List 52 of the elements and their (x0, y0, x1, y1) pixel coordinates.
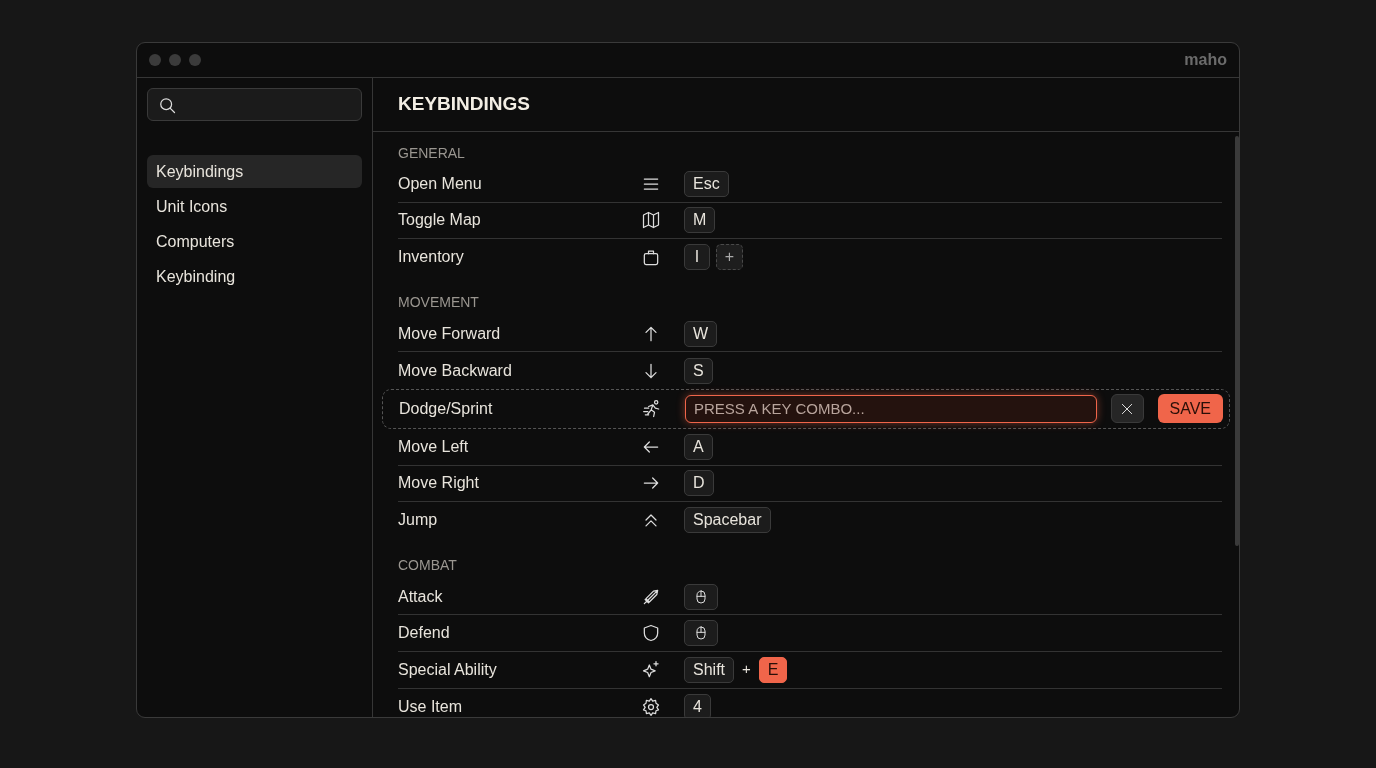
app-logo: maho (1184, 50, 1227, 70)
action-label: Move Left (398, 436, 470, 457)
mouse-key-chip[interactable] (684, 583, 718, 610)
section-heading: COMBAT (398, 556, 458, 576)
action-label: Toggle Map (398, 210, 482, 231)
action-label: Move Backward (398, 360, 513, 381)
plus-sign: + (741, 659, 752, 680)
action-label: Inventory (398, 247, 465, 268)
sidebar-item[interactable]: Keybindings (147, 155, 362, 188)
add-key-button[interactable]: + (716, 244, 743, 271)
key-chip[interactable]: E (758, 656, 788, 683)
sidebar-item[interactable]: Unit Icons (147, 190, 362, 223)
sidebar-item[interactable]: Keybinding (147, 260, 362, 293)
key-chip[interactable]: S (684, 357, 713, 384)
action-label: Dodge/Sprint (399, 398, 494, 419)
mouse-icon (693, 624, 709, 643)
action-label: Open Menu (398, 173, 483, 194)
key-chip[interactable]: Shift (684, 656, 734, 683)
runner-icon (642, 398, 662, 419)
key-chip[interactable]: W (684, 320, 718, 347)
scrollbar[interactable] (1235, 136, 1239, 546)
save-button[interactable]: SAVE (1157, 394, 1223, 424)
key-combo-field[interactable]: PRESS A KEY COMBO... (685, 394, 1097, 423)
mouse-key-chip[interactable] (684, 620, 718, 647)
sparkle-icon (641, 659, 661, 680)
shield-icon (641, 623, 661, 644)
section-heading: MOVEMENT (398, 293, 480, 313)
key-chip[interactable]: I (684, 244, 710, 271)
map-icon (641, 210, 661, 231)
key-chip[interactable]: M (684, 207, 716, 234)
action-label: Jump (398, 510, 439, 531)
page-title: KEYBINDINGS (398, 93, 530, 116)
action-label: Move Forward (398, 323, 502, 344)
action-label: Attack (398, 586, 444, 607)
window-control[interactable] (169, 54, 181, 66)
key-chip[interactable]: A (684, 433, 713, 460)
action-label: Defend (398, 623, 451, 644)
key-chip[interactable]: Spacebar (684, 507, 771, 534)
key-chip[interactable]: Esc (684, 170, 729, 197)
search-field[interactable] (147, 88, 362, 121)
section-heading: GENERAL (398, 143, 466, 163)
cancel-button[interactable] (1110, 394, 1144, 424)
action-label: Use Item (398, 696, 463, 717)
gear-icon (641, 696, 661, 717)
window-control[interactable] (189, 54, 201, 66)
mouse-icon (693, 587, 709, 606)
action-label: Move Right (398, 473, 480, 494)
key-chip[interactable]: 4 (684, 693, 711, 717)
sidebar-item[interactable]: Computers (147, 225, 362, 258)
action-label: Special Ability (398, 659, 498, 680)
window-control[interactable] (149, 54, 161, 66)
key-chip[interactable]: D (684, 470, 714, 497)
